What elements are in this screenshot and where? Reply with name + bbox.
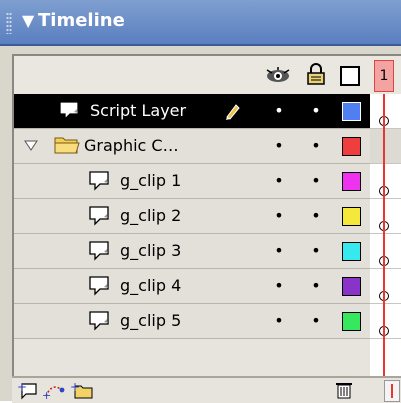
frame-cell[interactable] xyxy=(370,199,401,234)
trash-icon[interactable] xyxy=(335,381,353,399)
eye-icon[interactable] xyxy=(266,66,290,84)
visibility-toggle[interactable]: • xyxy=(272,136,286,156)
layer-name[interactable]: g_clip 5 xyxy=(120,311,181,331)
layer-list: Script Layer • • Graphic C… • • g_clip 1 • • g_cl… xyxy=(12,54,370,376)
layer-row[interactable]: Script Layer • • xyxy=(14,94,370,129)
lock-toggle[interactable]: • xyxy=(309,241,323,261)
layer-row[interactable]: g_clip 3 • • xyxy=(14,234,370,269)
lock-toggle[interactable]: • xyxy=(309,136,323,156)
outline-square-icon[interactable] xyxy=(340,66,360,86)
visibility-toggle[interactable]: • xyxy=(272,206,286,226)
lock-toggle[interactable]: • xyxy=(309,206,323,226)
layer-row[interactable]: g_clip 5 • • xyxy=(14,304,370,339)
layer-icon xyxy=(58,99,82,121)
layer-icon xyxy=(88,169,112,191)
outline-color-swatch[interactable] xyxy=(342,207,361,226)
timeline-toolbar: + + + xyxy=(12,376,401,403)
outline-color-swatch[interactable] xyxy=(342,137,361,156)
visibility-toggle[interactable]: • xyxy=(272,276,286,296)
frame-cell[interactable] xyxy=(370,304,401,339)
drag-grip-icon[interactable] xyxy=(6,12,12,34)
add-motion-guide-icon[interactable]: + xyxy=(42,380,66,400)
layer-icon xyxy=(88,274,112,296)
layer-name[interactable]: g_clip 3 xyxy=(120,241,181,261)
outline-color-swatch[interactable] xyxy=(342,242,361,261)
frame-cell[interactable] xyxy=(370,129,401,164)
layer-name[interactable]: g_clip 2 xyxy=(120,206,181,226)
frame-cell[interactable] xyxy=(370,164,401,199)
layer-name[interactable]: Graphic C… xyxy=(84,136,179,156)
playhead[interactable] xyxy=(383,94,385,376)
pencil-icon xyxy=(224,102,242,120)
panel-title-bar[interactable]: ▼ Timeline xyxy=(0,0,401,46)
svg-text:+: + xyxy=(70,380,80,394)
collapse-triangle-icon[interactable]: ▼ xyxy=(22,12,34,30)
layer-row[interactable]: g_clip 2 • • xyxy=(14,199,370,234)
svg-text:+: + xyxy=(17,380,27,394)
frame-cell[interactable] xyxy=(370,94,401,129)
insert-layer-icon[interactable]: + xyxy=(16,380,40,400)
frame-number-badge[interactable]: 1 xyxy=(374,60,394,92)
layer-folder-row[interactable]: Graphic C… • • xyxy=(14,129,370,164)
disclosure-triangle-icon[interactable] xyxy=(24,137,38,151)
visibility-toggle[interactable]: • xyxy=(272,241,286,261)
outline-color-swatch[interactable] xyxy=(342,277,361,296)
layer-header-row xyxy=(14,56,370,96)
folder-icon xyxy=(54,135,80,155)
layer-row[interactable]: g_clip 4 • • xyxy=(14,269,370,304)
layer-name[interactable]: Script Layer xyxy=(90,101,186,121)
visibility-toggle[interactable]: • xyxy=(272,171,286,191)
layer-name[interactable]: g_clip 4 xyxy=(120,276,181,296)
visibility-toggle[interactable]: • xyxy=(272,311,286,331)
frame-grid[interactable]: 1 xyxy=(370,54,401,376)
outline-color-swatch[interactable] xyxy=(342,172,361,191)
layer-icon xyxy=(88,204,112,226)
visibility-toggle[interactable]: • xyxy=(272,101,286,121)
lock-toggle[interactable]: • xyxy=(309,171,323,191)
layer-icon xyxy=(88,239,112,261)
layer-row[interactable]: g_clip 1 • • xyxy=(14,164,370,199)
lock-toggle[interactable]: • xyxy=(309,101,323,121)
lock-icon[interactable] xyxy=(307,63,325,85)
lock-toggle[interactable]: • xyxy=(309,276,323,296)
insert-folder-icon[interactable]: + xyxy=(70,380,94,400)
svg-text:+: + xyxy=(42,389,51,400)
lock-toggle[interactable]: • xyxy=(309,311,323,331)
current-frame-marker[interactable] xyxy=(384,380,400,402)
frame-ruler[interactable]: 1 xyxy=(370,56,401,96)
outline-color-swatch[interactable] xyxy=(342,102,361,121)
panel-title: Timeline xyxy=(38,10,125,31)
outline-color-swatch[interactable] xyxy=(342,312,361,331)
layer-icon xyxy=(88,309,112,331)
layer-name[interactable]: g_clip 1 xyxy=(120,171,181,191)
frame-cell[interactable] xyxy=(370,234,401,269)
frame-cell[interactable] xyxy=(370,269,401,304)
timeline-panel: ▼ Timeline Script Layer • • Graphic C… • • g_c… xyxy=(0,0,401,403)
